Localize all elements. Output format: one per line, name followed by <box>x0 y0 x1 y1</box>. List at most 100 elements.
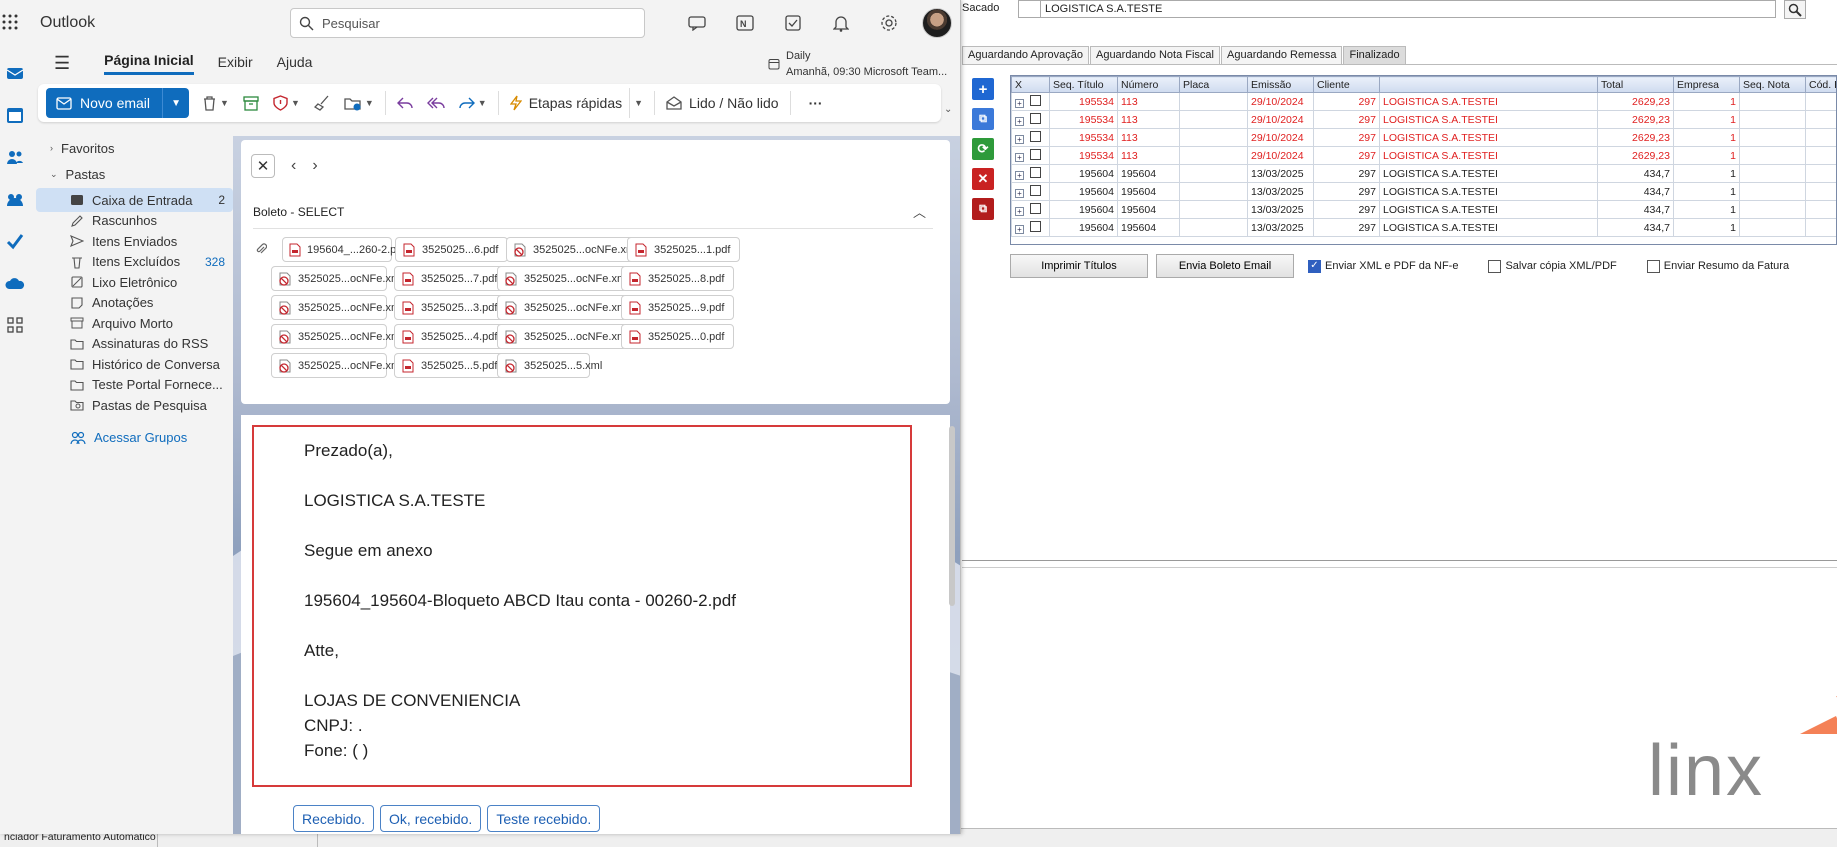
save-copy-checkbox[interactable] <box>1488 259 1502 273</box>
table-row[interactable]: +195604 195604 13/03/2025 297 LOGISTICA S.A.… <box>1011 218 1836 237</box>
expand-icon[interactable]: + <box>1015 98 1024 108</box>
titles-grid[interactable]: X Seq. Título Número Placa Emissão Cliente Tot… <box>1010 75 1837 245</box>
row-checkbox[interactable] <box>1030 202 1041 214</box>
grid-column-header[interactable]: Seq. Nota <box>1739 76 1806 93</box>
expand-icon[interactable]: + <box>1015 116 1024 126</box>
grid-column-header[interactable]: Cliente <box>1313 76 1380 93</box>
attachment-chip[interactable]: 3525025...7.pdf <box>394 266 507 291</box>
table-row[interactable]: +195534 113 29/10/2024 297 LOGISTICA S.A.TES… <box>1011 128 1836 147</box>
row-checkbox[interactable] <box>1030 130 1041 142</box>
reply-all-button[interactable] <box>420 88 452 118</box>
quick-steps-dropdown[interactable]: ▼ <box>629 88 650 118</box>
folder-item[interactable]: Pastas de Pesquisa <box>36 393 233 417</box>
tab-view[interactable]: Exibir <box>218 54 253 74</box>
new-email-button[interactable]: Novo email ▼ <box>46 88 190 118</box>
copy-icon[interactable]: ⧉ <box>972 108 994 130</box>
row-checkbox[interactable] <box>1030 220 1041 232</box>
add-icon[interactable]: + <box>972 78 994 100</box>
erp-tab[interactable]: Aguardando Aprovação <box>962 46 1089 65</box>
bell-icon[interactable] <box>830 12 852 34</box>
grid-column-header[interactable]: Cód. Re <box>1805 76 1836 93</box>
search-input[interactable] <box>322 15 622 31</box>
table-row[interactable]: +195604 195604 13/03/2025 297 LOGISTICA S.A.… <box>1011 164 1836 183</box>
next-icon[interactable]: › <box>312 157 317 175</box>
attachment-chip[interactable]: 3525025...ocNFe.xml <box>271 295 403 320</box>
row-checkbox[interactable] <box>1030 184 1041 196</box>
grid-column-header[interactable]: Número <box>1117 76 1180 93</box>
todo-icon[interactable] <box>782 12 804 34</box>
print-titles-button[interactable]: Imprimir Títulos <box>1010 254 1148 278</box>
send-boleto-email-button[interactable]: Envia Boleto Email <box>1156 254 1294 278</box>
grid-column-header[interactable]: Empresa <box>1673 76 1740 93</box>
grid-column-header[interactable]: X <box>1011 76 1050 93</box>
grid-column-header[interactable]: Total <box>1597 76 1674 93</box>
meet-now-icon[interactable] <box>686 12 708 34</box>
forward-button[interactable]: ▼ <box>452 88 494 118</box>
quick-steps-button[interactable]: Etapas rápidas <box>503 88 629 118</box>
avatar[interactable] <box>922 8 952 38</box>
previous-icon[interactable]: ‹ <box>291 157 296 175</box>
access-groups-link[interactable]: Acessar Grupos <box>36 426 233 450</box>
attachment-chip[interactable]: 3525025...0.pdf <box>621 324 734 349</box>
grid-column-header[interactable] <box>1379 76 1598 93</box>
expand-icon[interactable]: + <box>1015 188 1024 198</box>
row-select-cell[interactable]: + <box>1011 92 1050 111</box>
attachment-chip[interactable]: 3525025...ocNFe.xml <box>271 353 403 378</box>
more-apps-icon[interactable] <box>4 314 26 336</box>
row-select-cell[interactable]: + <box>1011 164 1050 183</box>
row-select-cell[interactable]: + <box>1011 128 1050 147</box>
row-checkbox[interactable] <box>1030 148 1041 160</box>
search-box[interactable] <box>290 8 645 38</box>
onenote-icon[interactable]: N <box>734 12 756 34</box>
tab-help[interactable]: Ajuda <box>277 54 313 74</box>
attachment-chip[interactable]: 3525025...4.pdf <box>394 324 507 349</box>
menu-icon[interactable]: ☰ <box>54 53 70 74</box>
sacado-search-button[interactable] <box>1784 0 1806 19</box>
delete-all-icon[interactable]: ⧉ <box>972 198 994 220</box>
row-checkbox[interactable] <box>1030 94 1041 106</box>
attachment-chip[interactable]: 3525025...5.pdf <box>394 353 507 378</box>
attachment-chip[interactable]: 3525025...ocNFe.xml <box>497 324 629 349</box>
table-row[interactable]: +195534 113 29/10/2024 297 LOGISTICA S.A.TES… <box>1011 92 1836 111</box>
attachment-chip[interactable]: 3525025...ocNFe.xml <box>506 237 638 262</box>
row-checkbox[interactable] <box>1030 112 1041 124</box>
archive-button[interactable] <box>236 88 266 118</box>
refresh-icon[interactable]: ⟳ <box>972 138 994 160</box>
attachment-chip[interactable]: 3525025...9.pdf <box>621 295 734 320</box>
attachment-chip[interactable]: 3525025...ocNFe.xml <box>497 266 629 291</box>
upcoming-meeting[interactable]: Daily Amanhã, 09:30 Microsoft Team... <box>768 48 947 80</box>
erp-tab[interactable]: Finalizado <box>1343 46 1406 65</box>
tasks-module-icon[interactable] <box>4 230 26 252</box>
read-unread-button[interactable]: Lido / Não lido <box>659 88 786 118</box>
grid-column-header[interactable]: Seq. Título <box>1049 76 1118 93</box>
new-email-dropdown[interactable]: ▼ <box>163 88 189 118</box>
row-select-cell[interactable]: + <box>1011 146 1050 165</box>
expand-icon[interactable]: + <box>1015 134 1024 144</box>
onedrive-icon[interactable] <box>4 272 26 294</box>
send-xml-pdf-checkbox[interactable]: ✓ <box>1308 259 1321 273</box>
folders-section[interactable]: ⌄ Pastas <box>36 162 233 186</box>
table-row[interactable]: +195534 113 29/10/2024 297 LOGISTICA S.A.TES… <box>1011 110 1836 129</box>
mail-module-icon[interactable] <box>4 62 26 84</box>
row-select-cell[interactable]: + <box>1011 218 1050 237</box>
reading-scrollbar[interactable] <box>949 426 955 606</box>
calendar-module-icon[interactable] <box>4 104 26 126</box>
move-to-button[interactable]: ▼ <box>337 88 381 118</box>
attachment-chip[interactable]: 3525025...ocNFe.xml <box>271 324 403 349</box>
delete-button[interactable]: ▼ <box>195 88 236 118</box>
save-copy-option[interactable]: Salvar cópia XML/PDF <box>1488 259 1617 273</box>
attachment-chip[interactable]: 3525025...3.pdf <box>394 295 507 320</box>
reply-button[interactable] <box>390 88 420 118</box>
attachment-chip[interactable]: 3525025...ocNFe.xml <box>271 266 403 291</box>
close-icon[interactable]: ✕ <box>251 154 275 178</box>
attachment-chip[interactable]: 3525025...1.pdf <box>627 237 740 262</box>
groups-module-icon[interactable] <box>4 188 26 210</box>
chevron-up-icon[interactable]: ︿ <box>913 202 926 221</box>
send-xml-pdf-option[interactable]: ✓ Enviar XML e PDF da NF-e <box>1308 259 1458 273</box>
attachment-chip[interactable]: 3525025...8.pdf <box>621 266 734 291</box>
table-row[interactable]: +195604 195604 13/03/2025 297 LOGISTICA S.A.… <box>1011 200 1836 219</box>
row-select-cell[interactable]: + <box>1011 110 1050 129</box>
expand-icon[interactable]: + <box>1015 224 1024 234</box>
suggested-reply-button[interactable]: Ok, recebido. <box>380 805 482 832</box>
grid-column-header[interactable]: Placa <box>1179 76 1248 93</box>
